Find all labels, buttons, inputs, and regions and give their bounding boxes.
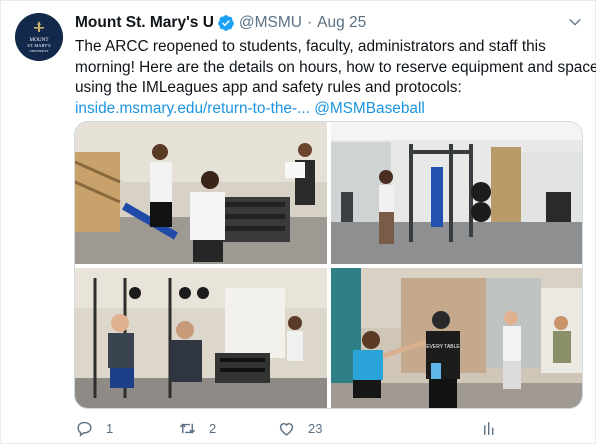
avatar[interactable]: MOUNT ST. MARY'S UNIVERSITY	[15, 13, 63, 61]
tweet-text-line: The ARCC reopened to students, faculty, …	[75, 38, 546, 55]
gym-photo-racks	[331, 122, 582, 264]
tweet-text: The ARCC reopened to students, faculty, …	[75, 37, 596, 119]
like-icon	[279, 422, 294, 436]
retweet-button[interactable]: 2	[178, 419, 216, 438]
gym-photo-lifting	[75, 268, 327, 408]
svg-text:UNIVERSITY: UNIVERSITY	[29, 49, 49, 53]
photo-4[interactable]: EVERY TABLE	[331, 268, 582, 408]
retweet-icon	[179, 423, 196, 433]
photo-grid: EVERY TABLE	[74, 121, 583, 409]
tweet-header: Mount St. Mary's U @MSMU · Aug 25	[75, 12, 575, 34]
share-icon	[484, 421, 494, 435]
photo-3[interactable]	[75, 268, 327, 408]
gym-photo-temperature-check: EVERY TABLE	[331, 268, 582, 408]
tweet-date[interactable]: Aug 25	[317, 14, 366, 32]
display-name[interactable]: Mount St. Mary's U	[75, 14, 214, 32]
tweet-actions: 1 2 23	[75, 417, 545, 439]
reply-icon	[77, 421, 92, 437]
gym-photo-dumbbells	[75, 122, 327, 264]
like-count: 23	[308, 420, 323, 436]
like-button[interactable]: 23	[277, 419, 322, 438]
retweet-count: 2	[209, 420, 217, 436]
svg-text:ST. MARY'S: ST. MARY'S	[27, 43, 51, 48]
reply-button[interactable]: 1	[75, 419, 113, 438]
chevron-down-icon[interactable]	[566, 13, 584, 31]
separator-dot: ·	[306, 14, 313, 31]
article-link[interactable]: inside.msmary.edu/return-to-the-...	[75, 100, 310, 117]
university-logo: MOUNT ST. MARY'S UNIVERSITY	[15, 13, 63, 61]
photo-1[interactable]	[75, 122, 327, 264]
tweet-card[interactable]: MOUNT ST. MARY'S UNIVERSITY Mount St. Ma…	[0, 0, 596, 444]
photo-2[interactable]	[331, 122, 582, 264]
verified-badge-icon	[217, 14, 235, 32]
reply-count: 1	[106, 420, 114, 436]
tweet-text-line: using the IMLeagues app and safety rules…	[75, 79, 462, 96]
svg-text:EVERY TABLE: EVERY TABLE	[426, 344, 460, 350]
share-button[interactable]	[480, 419, 499, 438]
user-handle[interactable]: @MSMU	[239, 14, 302, 32]
mention-link[interactable]: @MSMBaseball	[314, 100, 425, 117]
tweet-text-line: morning! Here are the details on hours, …	[75, 58, 596, 76]
